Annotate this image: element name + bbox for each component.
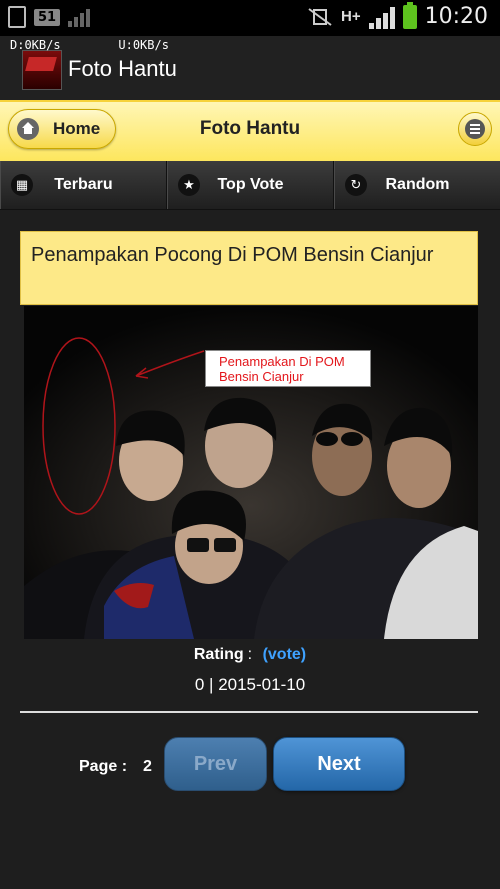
home-button[interactable]: Home — [8, 109, 116, 149]
upload-speed: U:0KB/s — [118, 38, 169, 52]
next-button[interactable]: Next — [273, 737, 405, 791]
clock: 10:20 — [424, 4, 488, 29]
download-speed: D:0KB/s — [10, 38, 61, 52]
app-logo-icon — [22, 50, 62, 90]
app-title: Foto Hantu — [68, 56, 177, 81]
battery-icon — [402, 1, 417, 29]
page-label: Page : — [79, 758, 128, 775]
download-notification-icon — [8, 6, 26, 28]
current-page: 2 — [143, 758, 152, 775]
signal-weak-icon — [68, 7, 91, 27]
vote-count: 0 — [194, 675, 205, 694]
post-title: Penampakan Pocong Di POM Bensin Cianjur — [20, 231, 478, 305]
page-header: Home Foto Hantu — [0, 100, 500, 163]
tab-label: Random — [385, 176, 450, 193]
notification-count-badge: 51 — [34, 8, 61, 26]
menu-button[interactable] — [458, 112, 492, 146]
rating-label: Rating — [193, 646, 244, 663]
grid-icon: ▦ — [11, 174, 33, 196]
network-speed-overlay: D:0KB/s U:0KB/s — [10, 38, 169, 52]
home-button-label: Home — [53, 119, 101, 138]
status-bar: 51 H+ 10:20 — [0, 0, 500, 36]
network-type-label: H+ — [341, 7, 361, 25]
tab-random[interactable]: ↻ Random — [334, 161, 500, 209]
vibrate-icon — [308, 7, 332, 26]
post-photo[interactable]: Penampakan Di POM Bensin Cianjur — [24, 306, 478, 639]
post-meta: 0 | 2015-01-10 — [194, 675, 306, 694]
vote-link[interactable]: (vote) — [263, 646, 307, 663]
tab-label: Top Vote — [217, 176, 284, 193]
prev-button[interactable]: Prev — [164, 737, 267, 791]
tab-top-vote[interactable]: ★ Top Vote — [167, 161, 334, 209]
tab-terbaru[interactable]: ▦ Terbaru — [0, 161, 167, 209]
home-icon — [17, 118, 39, 140]
photo-caption: Penampakan Di POM Bensin Cianjur — [205, 350, 371, 387]
signal-strength-icon — [368, 5, 395, 29]
menu-icon — [465, 119, 485, 139]
refresh-icon: ↻ — [345, 174, 367, 196]
divider — [20, 711, 478, 713]
rating-row: Rating: (vote) — [193, 646, 307, 663]
nav-bar: ▦ Terbaru ★ Top Vote ↻ Random — [0, 161, 500, 210]
tab-label: Terbaru — [54, 176, 113, 193]
post-date: 2015-01-10 — [218, 675, 306, 694]
star-icon: ★ — [178, 174, 200, 196]
